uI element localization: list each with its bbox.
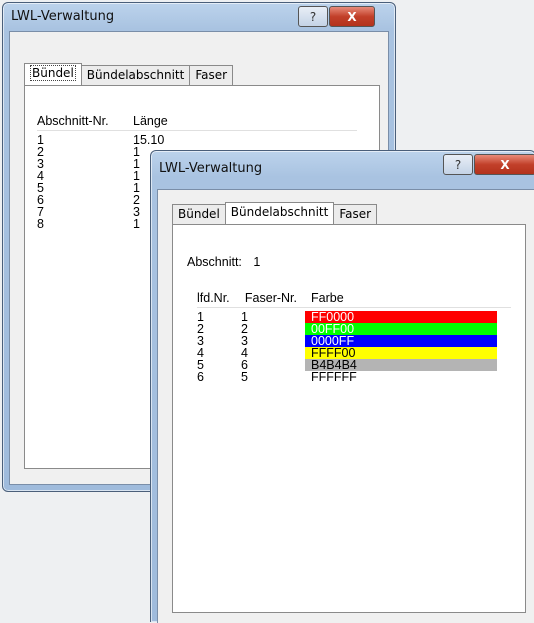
farbe-cell: B4B4B4: [305, 359, 497, 371]
list-item[interactable]: 2 2 00FF00: [197, 323, 511, 335]
column-header-farbe[interactable]: Farbe: [305, 291, 497, 305]
abschnitt-nr-cell: 1: [37, 134, 44, 146]
back-help-button[interactable]: ?: [298, 6, 328, 27]
front-close-button[interactable]: X: [474, 154, 534, 175]
lfd-nr-cell: 3: [197, 335, 204, 347]
laenge-cell: 15.10: [133, 134, 165, 146]
front-tab-panel: Abschnitt: 1 lfd.Nr. Faser-Nr. Farbe 1 1 F…: [172, 224, 526, 613]
farbe-cell: FFFFFF: [305, 371, 497, 383]
abschnitt-nr-cell: 8: [37, 218, 44, 230]
tab-buendel[interactable]: Bündel: [24, 63, 82, 85]
help-icon: ?: [309, 9, 317, 24]
front-client-area: Bündel Bündelabschnitt Faser Abschnitt: …: [157, 189, 534, 623]
faser-nr-cell: 2: [241, 323, 248, 335]
front-tab-strip: Bündel Bündelabschnitt Faser: [172, 202, 378, 226]
front-window: LWL-Verwaltung ? X Bündel Bündelabschnit…: [150, 150, 534, 623]
abschnitt-nr-cell: 5: [37, 182, 44, 194]
faser-nr-cell: 4: [241, 347, 248, 359]
column-header-abschnitt-nr[interactable]: Abschnitt-Nr.: [37, 114, 133, 128]
list-item[interactable]: 6 5 FFFFFF: [197, 371, 511, 383]
faser-nr-cell: 5: [241, 371, 248, 383]
list-item[interactable]: 1 15.10: [37, 134, 357, 146]
lfd-nr-cell: 1: [197, 311, 204, 323]
list-item[interactable]: 4 4 FFFF00: [197, 347, 511, 359]
front-help-button[interactable]: ?: [443, 154, 473, 175]
farbe-cell: FF0000: [305, 311, 497, 323]
abschnitt-nr-cell: 6: [37, 194, 44, 206]
tab-faser[interactable]: Faser: [333, 204, 378, 226]
tab-buendel[interactable]: Bündel: [172, 204, 226, 226]
lfd-nr-cell: 5: [197, 359, 204, 371]
column-header-lfd-nr[interactable]: lfd.Nr.: [197, 291, 241, 305]
column-header-laenge[interactable]: Länge: [133, 114, 253, 128]
faser-nr-cell: 6: [241, 359, 248, 371]
lfd-nr-cell: 2: [197, 323, 204, 335]
list-item[interactable]: 1 1 FF0000: [197, 311, 511, 323]
lfd-nr-cell: 4: [197, 347, 204, 359]
abschnitt-nr-cell: 4: [37, 170, 44, 182]
faser-list[interactable]: lfd.Nr. Faser-Nr. Farbe 1 1 FF0000 2 2 00FF00…: [197, 291, 511, 383]
faser-nr-cell: 1: [241, 311, 248, 323]
tab-faser[interactable]: Faser: [189, 65, 234, 87]
tab-buendelabschnitt[interactable]: Bündelabschnitt: [224, 202, 335, 224]
list-item[interactable]: 3 3 0000FF: [197, 335, 511, 347]
farbe-cell: FFFF00: [305, 347, 497, 359]
close-icon: X: [500, 157, 510, 172]
farbe-cell: 0000FF: [305, 335, 497, 347]
list-header: lfd.Nr. Faser-Nr. Farbe: [197, 291, 511, 308]
faser-nr-cell: 3: [241, 335, 248, 347]
abschnitt-nr-cell: 7: [37, 206, 44, 218]
front-window-title: LWL-Verwaltung: [159, 161, 263, 176]
column-header-faser-nr[interactable]: Faser-Nr.: [241, 291, 305, 305]
abschnitt-nr-cell: 3: [37, 158, 44, 170]
back-tab-strip: Bündel Bündelabschnitt Faser: [24, 63, 234, 87]
abschnitt-value: 1: [253, 255, 261, 269]
lfd-nr-cell: 6: [197, 371, 204, 383]
tab-buendelabschnitt[interactable]: Bündelabschnitt: [80, 65, 191, 87]
abschnitt-nr-cell: 2: [37, 146, 44, 158]
help-icon: ?: [454, 157, 462, 172]
close-icon: X: [347, 9, 357, 24]
back-window-title: LWL-Verwaltung: [11, 9, 115, 24]
farbe-cell: 00FF00: [305, 323, 497, 335]
list-item[interactable]: 5 6 B4B4B4: [197, 359, 511, 371]
list-header: Abschnitt-Nr. Länge: [37, 114, 357, 131]
abschnitt-label-row: Abschnitt: 1: [187, 255, 260, 269]
back-close-button[interactable]: X: [329, 6, 375, 27]
abschnitt-label: Abschnitt:: [187, 255, 242, 269]
